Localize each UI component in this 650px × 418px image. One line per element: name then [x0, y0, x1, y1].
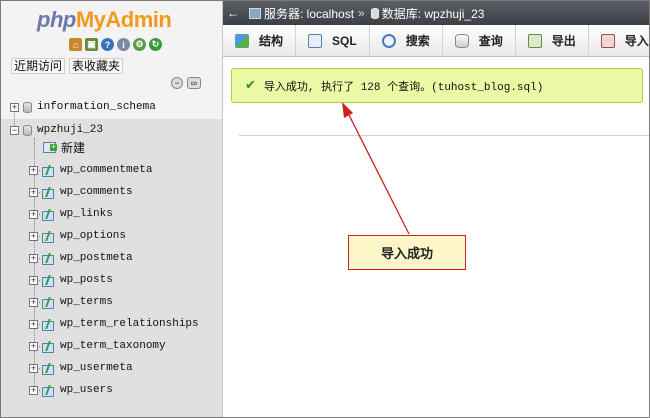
expand-icon[interactable]: + [29, 165, 38, 175]
tab-recent[interactable]: 近期访问 [11, 58, 66, 74]
sidebar-tabs: 近期访问 表收藏夹 [11, 58, 124, 74]
tab-query[interactable]: 查询 [443, 24, 516, 57]
table-icon [42, 297, 56, 309]
table-icon [42, 319, 56, 331]
table-icon [42, 187, 56, 199]
expand-icon[interactable]: + [29, 253, 38, 263]
table-icon [42, 275, 56, 287]
breadcrumb-server[interactable]: 服务器: localhost [249, 5, 354, 22]
docs-icon[interactable]: i [117, 38, 130, 51]
expand-icon[interactable]: + [29, 341, 38, 351]
tab-search[interactable]: 搜索 [370, 24, 443, 57]
database-icon [23, 101, 32, 113]
navigation-sidebar: phpMyAdmin ⌂ ▣ ? i ⚙ ↻ 近期访问 表收藏夹 − ∞ + i… [1, 1, 223, 417]
table-item[interactable]: + wp_users [29, 381, 113, 399]
tab-favorites[interactable]: 表收藏夹 [69, 58, 124, 74]
breadcrumb-database[interactable]: 数据库: wpzhuji_23 [370, 5, 484, 22]
export-icon [527, 33, 542, 48]
expand-icon[interactable]: + [29, 297, 38, 307]
new-table-icon [43, 141, 57, 153]
table-item[interactable]: + wp_options [29, 227, 126, 245]
main-toolbar: 结构 SQL 搜索 查询 导出 导入 [223, 24, 649, 57]
expand-icon[interactable]: + [29, 209, 38, 219]
expand-icon[interactable]: + [29, 385, 38, 395]
collapse-all-icon[interactable]: − [171, 77, 183, 89]
breadcrumb: ← 服务器: localhost » 数据库: wpzhuji_23 [223, 1, 649, 25]
logout-icon[interactable]: ▣ [85, 38, 98, 51]
checkmark-icon: ✔ [245, 78, 256, 93]
annotation-callout: 导入成功 [348, 235, 466, 270]
divider [239, 135, 649, 136]
table-item[interactable]: + wp_usermeta [29, 359, 133, 377]
expand-icon[interactable]: + [29, 363, 38, 373]
reload-icon[interactable]: ↻ [149, 38, 162, 51]
table-item[interactable]: + wp_term_taxonomy [29, 337, 166, 355]
table-icon [42, 209, 56, 221]
table-icon [42, 253, 56, 265]
structure-icon [235, 33, 249, 48]
table-icon [42, 341, 56, 353]
table-icon [42, 385, 56, 397]
server-icon [249, 7, 261, 19]
tab-import[interactable]: 导入 [589, 25, 649, 57]
db-wpzhuji-23[interactable]: − wpzhuji_23 [10, 121, 103, 139]
back-arrow-icon[interactable]: ← [223, 6, 243, 20]
new-table-link[interactable]: 新建 [43, 138, 85, 156]
expand-icon[interactable]: + [10, 102, 19, 112]
table-item[interactable]: + wp_postmeta [29, 249, 133, 267]
expand-icon[interactable]: + [29, 187, 38, 197]
phpmyadmin-logo[interactable]: phpMyAdmin [37, 7, 172, 33]
quick-icons: ⌂ ▣ ? i ⚙ ↻ [69, 38, 162, 51]
table-icon [42, 231, 56, 243]
database-icon [370, 7, 379, 19]
home-icon[interactable]: ⌂ [69, 38, 82, 51]
table-icon [42, 363, 56, 375]
db-information-schema[interactable]: + information_schema [10, 98, 156, 116]
expand-icon[interactable]: + [29, 231, 38, 241]
sql-icon [308, 33, 323, 48]
database-icon [23, 124, 32, 136]
settings-icon[interactable]: ⚙ [133, 38, 146, 51]
query-icon [454, 33, 469, 48]
tab-sql[interactable]: SQL [296, 24, 370, 57]
expand-icon[interactable]: + [29, 319, 38, 329]
expand-icon[interactable]: + [29, 275, 38, 285]
table-item[interactable]: + wp_term_relationships [29, 315, 199, 333]
table-icon [42, 165, 56, 177]
arrow-line [346, 110, 410, 235]
tab-export[interactable]: 导出 [516, 24, 589, 57]
table-item[interactable]: + wp_links [29, 205, 113, 223]
success-message-text: 导入成功, 执行了 128 个查询。(tuhost_blog.sql) [263, 81, 544, 94]
window-frame: phpMyAdmin ⌂ ▣ ? i ⚙ ↻ 近期访问 表收藏夹 − ∞ + i… [0, 0, 650, 418]
link-icon[interactable]: ∞ [187, 77, 201, 89]
success-message: ✔ 导入成功, 执行了 128 个查询。(tuhost_blog.sql) [231, 68, 643, 103]
table-item[interactable]: + wp_comments [29, 183, 133, 201]
collapse-icon[interactable]: − [10, 125, 19, 135]
tree-controls: − ∞ [171, 77, 201, 89]
table-item[interactable]: + wp_commentmeta [29, 161, 152, 179]
table-item[interactable]: + wp_terms [29, 293, 113, 311]
breadcrumb-separator: » [358, 6, 365, 20]
arrow-head [342, 102, 353, 118]
import-icon [600, 33, 615, 48]
tab-structure[interactable]: 结构 [223, 24, 297, 57]
search-icon [381, 33, 396, 48]
help-icon[interactable]: ? [101, 38, 114, 51]
table-item[interactable]: + wp_posts [29, 271, 113, 289]
